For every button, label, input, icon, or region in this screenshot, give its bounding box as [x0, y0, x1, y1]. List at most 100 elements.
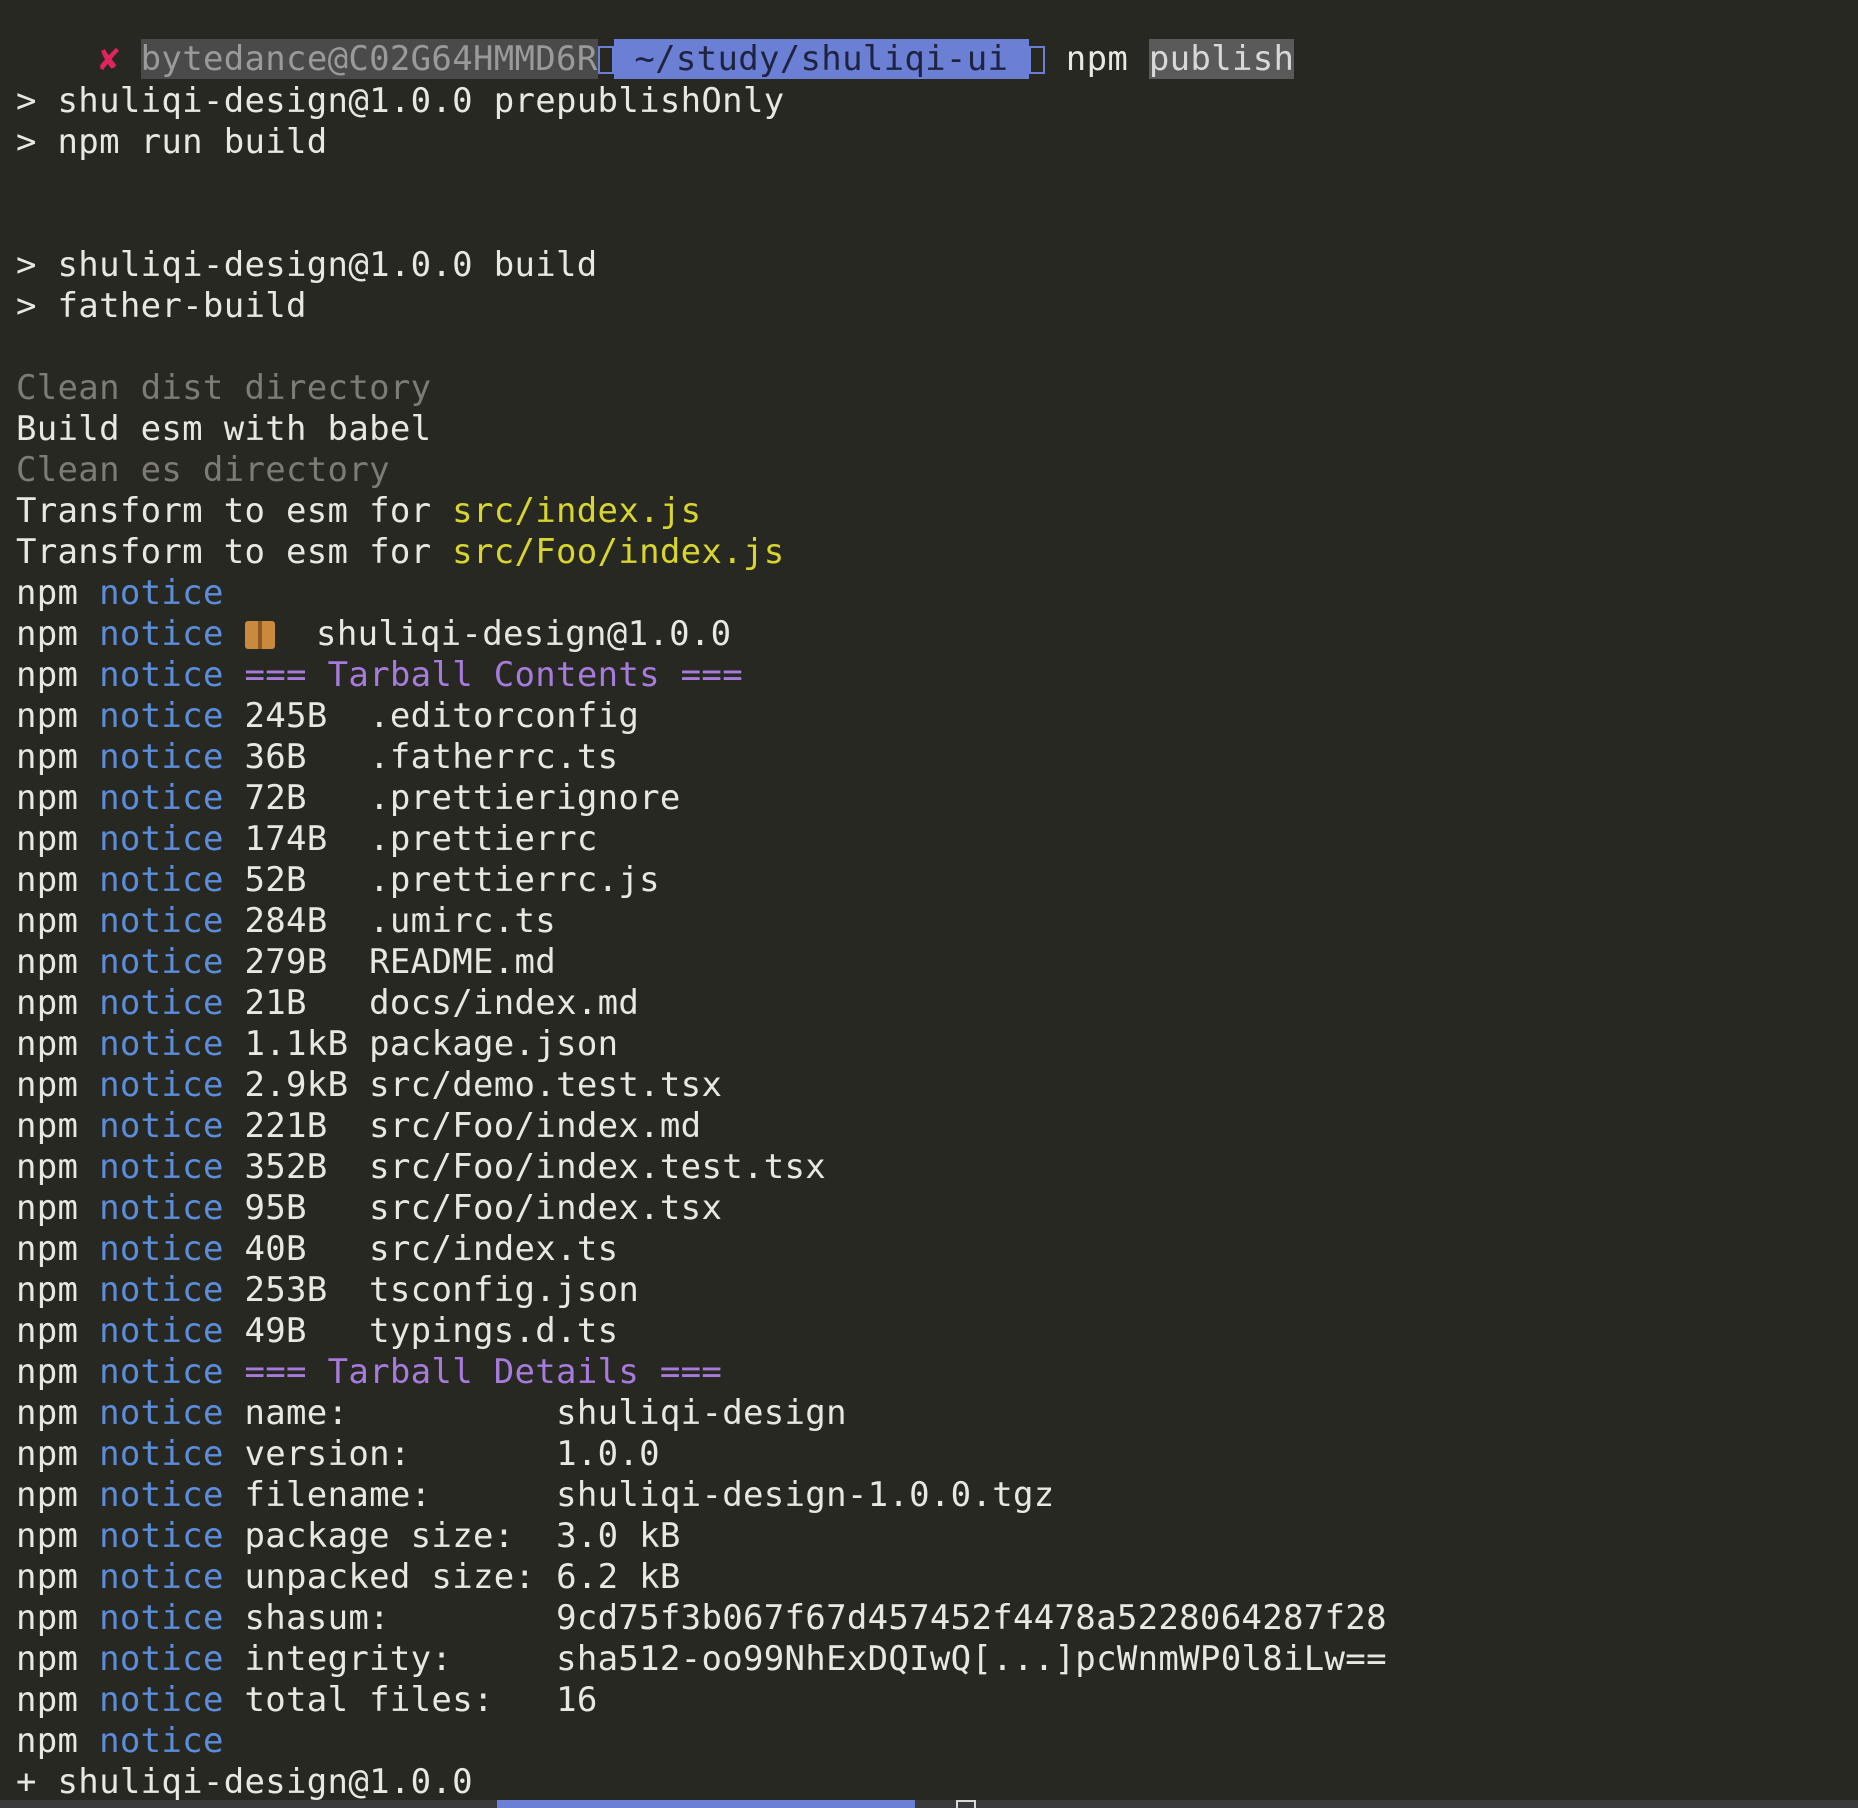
- npm-notice-line: npm notice: [16, 573, 224, 613]
- detail-value: shuliqi-design-1.0.0.tgz: [556, 1475, 1055, 1515]
- prompt-path: ~/study/shuliqi-ui: [613, 39, 1030, 79]
- file-size: 221B: [244, 1106, 349, 1146]
- tarball-detail-row: npm notice package size: 3.0 kB: [16, 1516, 681, 1556]
- detail-key: unpacked size:: [244, 1557, 536, 1597]
- file-name: typings.d.ts: [369, 1311, 619, 1351]
- detail-value: 6.2 kB: [556, 1557, 681, 1597]
- output-line: > shuliqi-design@1.0.0 prepublishOnly: [16, 81, 785, 121]
- output-line: > npm run build: [16, 122, 328, 162]
- terminal-window[interactable]: ✘ bytedance@C02G64HMMD6R ~/study/shuliqi…: [0, 0, 1858, 1808]
- tarball-file-row: npm notice 40B src/index.ts: [16, 1229, 619, 1269]
- tarball-file-row: npm notice 72B .prettierignore: [16, 778, 681, 818]
- file-size: 253B: [244, 1270, 349, 1310]
- file-size: 21B: [244, 983, 349, 1023]
- tarball-detail-row: npm notice shasum: 9cd75f3b067f67d457452…: [16, 1598, 1387, 1638]
- tarball-file-row: npm notice 2.9kB src/demo.test.tsx: [16, 1065, 723, 1105]
- file-size: 1.1kB: [244, 1024, 349, 1064]
- error-status-icon: ✘: [99, 39, 120, 79]
- prompt-host: bytedance@C02G64HMMD6R: [140, 39, 598, 79]
- cursor: [956, 1800, 976, 1808]
- file-name: .umirc.ts: [369, 901, 557, 941]
- detail-key: total files:: [244, 1680, 536, 1720]
- file-size: 352B: [244, 1147, 349, 1187]
- tarball-file-row: npm notice 49B typings.d.ts: [16, 1311, 619, 1351]
- file-size: 49B: [244, 1311, 349, 1351]
- tarball-file-row: npm notice 221B src/Foo/index.md: [16, 1106, 702, 1146]
- next-prompt-line: [0, 1800, 1858, 1808]
- separator-glyph-icon: [1029, 46, 1046, 74]
- detail-key: version:: [244, 1434, 536, 1474]
- detail-value: sha512-oo99NhExDQIwQ[...]pcWnmWP0l8iLw==: [556, 1639, 1387, 1679]
- tarball-detail-row: npm notice total files: 16: [16, 1680, 598, 1720]
- package-icon: [244, 621, 275, 649]
- tarball-contents-header: === Tarball Contents ===: [244, 655, 743, 695]
- file-size: 279B: [244, 942, 349, 982]
- output-line: Clean dist directory: [16, 368, 432, 408]
- npm-notice-line: npm notice === Tarball Contents ===: [16, 655, 743, 695]
- detail-key: name:: [244, 1393, 536, 1433]
- tarball-file-row: npm notice 1.1kB package.json: [16, 1024, 619, 1064]
- next-prompt-path-segment: [497, 1800, 915, 1808]
- output-line: > father-build: [16, 286, 307, 326]
- tarball-detail-row: npm notice name: shuliqi-design: [16, 1393, 847, 1433]
- file-name: .fatherrc.ts: [369, 737, 619, 777]
- tarball-detail-row: npm notice integrity: sha512-oo99NhExDQI…: [16, 1639, 1387, 1679]
- detail-key: filename:: [244, 1475, 536, 1515]
- transformed-file: src/Foo/index.js: [452, 532, 785, 572]
- output-line: Build esm with babel: [16, 409, 432, 449]
- command-argument: publish: [1148, 39, 1295, 79]
- detail-value: 3.0 kB: [556, 1516, 681, 1556]
- file-name: .editorconfig: [369, 696, 640, 736]
- detail-value: 1.0.0: [556, 1434, 660, 1474]
- npm-notice-line: npm notice shuliqi-design@1.0.0: [16, 614, 732, 654]
- file-size: 40B: [244, 1229, 349, 1269]
- file-name: src/demo.test.tsx: [369, 1065, 723, 1105]
- output-line: Transform to esm for src/index.js: [16, 491, 702, 531]
- tarball-detail-row: npm notice version: 1.0.0: [16, 1434, 660, 1474]
- output-line: > shuliqi-design@1.0.0 build: [16, 245, 598, 285]
- file-size: 284B: [244, 901, 349, 941]
- tarball-file-row: npm notice 279B README.md: [16, 942, 557, 982]
- prompt-line: ✘ bytedance@C02G64HMMD6R ~/study/shuliqi…: [16, 0, 1295, 79]
- tarball-file-row: npm notice 95B src/Foo/index.tsx: [16, 1188, 723, 1228]
- file-size: 95B: [244, 1188, 349, 1228]
- tarball-file-row: npm notice 284B .umirc.ts: [16, 901, 557, 941]
- tarball-file-row: npm notice 36B .fatherrc.ts: [16, 737, 619, 777]
- file-name: src/index.ts: [369, 1229, 619, 1269]
- tarball-detail-row: npm notice unpacked size: 6.2 kB: [16, 1557, 681, 1597]
- transformed-file: src/index.js: [452, 491, 702, 531]
- detail-key: integrity:: [244, 1639, 536, 1679]
- file-name: src/Foo/index.md: [369, 1106, 702, 1146]
- file-size: 2.9kB: [244, 1065, 349, 1105]
- tarball-detail-row: npm notice filename: shuliqi-design-1.0.…: [16, 1475, 1055, 1515]
- file-name: src/Foo/index.test.tsx: [369, 1147, 827, 1187]
- file-name: .prettierrc.js: [369, 860, 660, 900]
- file-size: 245B: [244, 696, 349, 736]
- tarball-file-row: npm notice 52B .prettierrc.js: [16, 860, 660, 900]
- detail-key: shasum:: [244, 1598, 536, 1638]
- file-size: 52B: [244, 860, 349, 900]
- tarball-details-header: === Tarball Details ===: [244, 1352, 723, 1392]
- tarball-file-row: npm notice 174B .prettierrc: [16, 819, 598, 859]
- tarball-file-row: npm notice 245B .editorconfig: [16, 696, 640, 736]
- npm-notice-line: npm notice: [16, 1721, 224, 1761]
- file-size: 174B: [244, 819, 349, 859]
- file-name: tsconfig.json: [369, 1270, 640, 1310]
- output-line: Clean es directory: [16, 450, 390, 490]
- publish-result: + shuliqi-design@1.0.0: [16, 1762, 473, 1802]
- npm-notice-line: npm notice === Tarball Details ===: [16, 1352, 723, 1392]
- command-name: npm: [1065, 39, 1129, 79]
- tarball-file-row: npm notice 253B tsconfig.json: [16, 1270, 640, 1310]
- file-name: package.json: [369, 1024, 619, 1064]
- detail-key: package size:: [244, 1516, 536, 1556]
- detail-value: 16: [556, 1680, 598, 1720]
- detail-value: shuliqi-design: [556, 1393, 847, 1433]
- file-name: .prettierignore: [369, 778, 681, 818]
- file-name: .prettierrc: [369, 819, 598, 859]
- separator-glyph-icon: [597, 46, 614, 74]
- file-size: 36B: [244, 737, 349, 777]
- detail-value: 9cd75f3b067f67d457452f4478a5228064287f28: [556, 1598, 1387, 1638]
- output-line: Transform to esm for src/Foo/index.js: [16, 532, 785, 572]
- tarball-file-row: npm notice 21B docs/index.md: [16, 983, 640, 1023]
- file-name: README.md: [369, 942, 557, 982]
